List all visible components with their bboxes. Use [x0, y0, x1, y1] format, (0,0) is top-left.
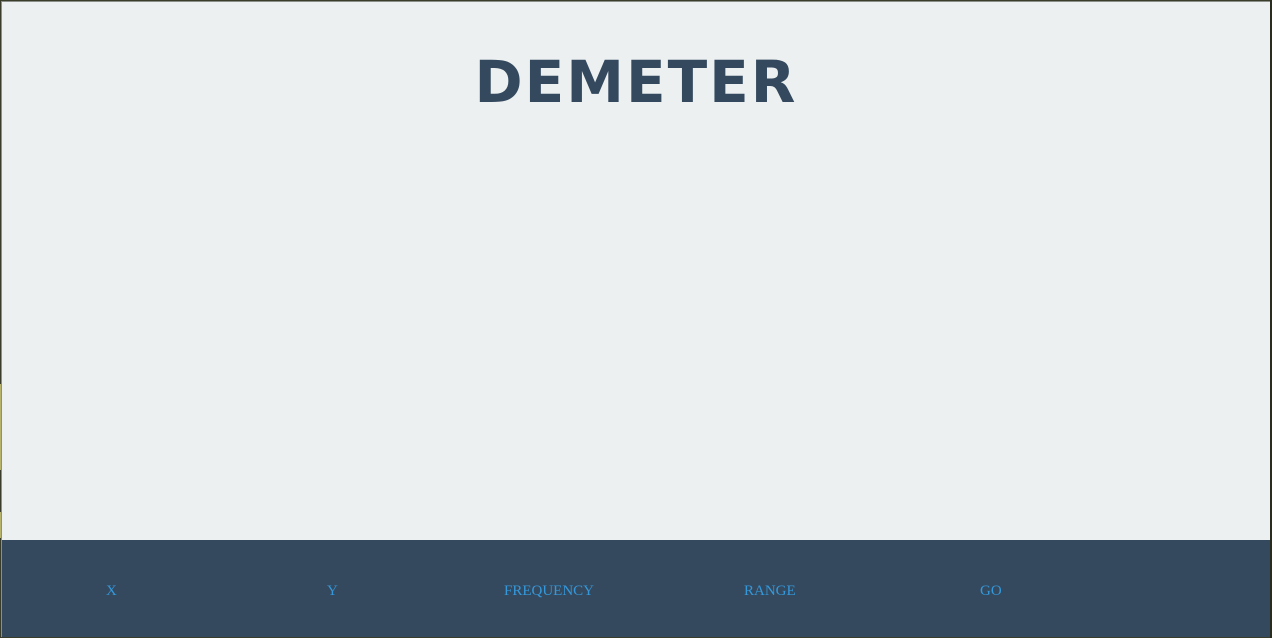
app-window: DEMETER X Y FREQUENCY RANGE GO: [1, 1, 1270, 637]
x-control[interactable]: X: [106, 582, 117, 600]
app-title: DEMETER: [474, 48, 798, 116]
frequency-control[interactable]: FREQUENCY: [504, 582, 594, 600]
left-edge-strip: [0, 384, 1, 470]
range-control[interactable]: RANGE: [744, 582, 796, 600]
go-button[interactable]: GO: [980, 582, 1002, 600]
y-control[interactable]: Y: [327, 582, 338, 600]
left-edge-strip-lower: [0, 512, 1, 538]
footer-bar: X Y FREQUENCY RANGE GO: [2, 540, 1270, 637]
